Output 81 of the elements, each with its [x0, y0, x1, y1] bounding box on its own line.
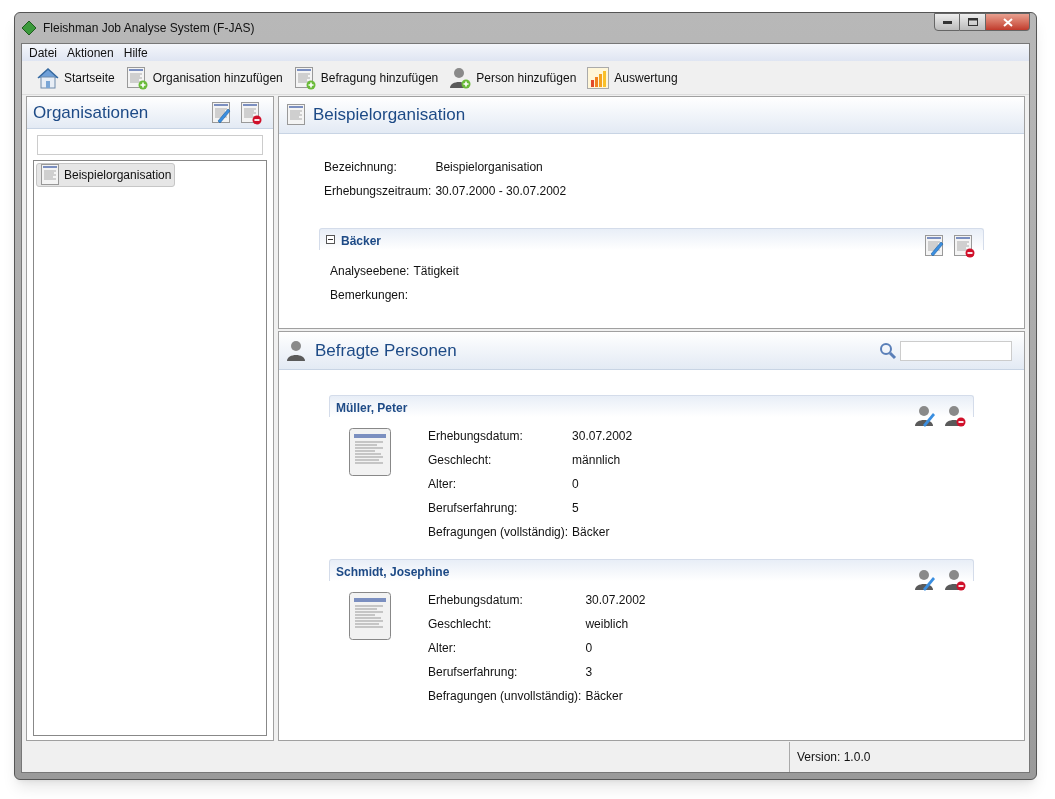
field-label: Befragungen (vollständig): [428, 524, 569, 541]
document-add-icon [124, 65, 149, 90]
panel-title: Beispielorganisation [313, 104, 466, 127]
menu-item[interactable]: Datei [24, 43, 62, 62]
field-value: 5 [572, 500, 580, 517]
field-label: Berufserfahrung: [428, 500, 519, 517]
edit-person-button[interactable] [913, 404, 937, 428]
field-value: 30.07.2000 - 30.07.2002 [435, 183, 567, 200]
bar-chart-icon [586, 65, 611, 90]
field-label: Erhebungsdatum: [428, 428, 524, 445]
toolbar-button[interactable]: Befragung hinzufügen [292, 65, 439, 90]
app-logo-icon [21, 20, 37, 36]
field-value: 0 [572, 476, 580, 493]
person-edit-icon [913, 404, 937, 428]
edit-button[interactable] [209, 100, 233, 125]
field-value: 30.07.2002 [572, 428, 633, 445]
field-label: Analyseebene: [330, 263, 410, 280]
remove-person-button[interactable] [943, 404, 967, 428]
field-label: Bezeichnung: [324, 159, 398, 176]
field-label: Bemerkungen: [330, 287, 410, 304]
minimize-button[interactable] [934, 13, 960, 31]
document-remove-icon [952, 234, 976, 258]
person-remove-icon [943, 404, 967, 428]
toolbar-button[interactable]: Auswertung [586, 65, 678, 90]
document-icon [348, 591, 392, 641]
edit-button[interactable] [922, 234, 946, 258]
field-label: Geschlecht: [428, 616, 493, 633]
field-value: Bäcker [585, 688, 624, 705]
field-value: männlich [572, 452, 622, 469]
search-field[interactable] [37, 135, 263, 155]
person-edit-icon [913, 568, 937, 592]
person-name: Müller, Peter [336, 400, 408, 417]
tree-item[interactable]: Beispielorganisation [36, 163, 176, 187]
search-icon [879, 341, 897, 360]
delete-button[interactable] [239, 100, 263, 125]
document-icon [39, 163, 61, 187]
document-icon [285, 103, 307, 127]
field-value: 3 [585, 664, 594, 681]
document-add-icon [292, 65, 317, 90]
document-edit-icon [210, 100, 232, 125]
edit-person-button[interactable] [913, 568, 937, 592]
toolbar-button[interactable]: Person hinzufügen [448, 65, 577, 90]
panel-title: Befragte Personen [315, 339, 457, 362]
field-label: Erhebungszeitraum: [324, 183, 432, 200]
field-value: Beispielorganisation [435, 159, 544, 176]
toolbar-button[interactable]: Organisation hinzufügen [124, 65, 283, 90]
maximize-icon [967, 18, 978, 26]
field-value: 0 [585, 640, 594, 657]
field-label: Berufserfahrung: [428, 664, 519, 681]
remove-person-button[interactable] [943, 568, 967, 592]
section-title: Bäcker [341, 233, 382, 250]
minus-icon [328, 239, 333, 240]
delete-button[interactable] [952, 234, 976, 258]
document-remove-icon [239, 100, 263, 125]
minimize-icon [942, 20, 952, 24]
menu-item[interactable]: Hilfe [118, 43, 153, 62]
close-icon [1002, 17, 1013, 27]
field-value: Bäcker [572, 524, 611, 541]
window-title: Fleishman Job Analyse System (F-JAS) [43, 20, 255, 37]
field-label: Befragungen (unvollständig): [428, 688, 582, 705]
house-icon [36, 65, 60, 90]
person-name: Schmidt, Josephine [336, 564, 450, 581]
field-value: 30.07.2002 [585, 592, 646, 609]
field-label: Alter: [428, 476, 457, 493]
person-add-icon [448, 65, 473, 90]
field-value: Tätigkeit [413, 263, 459, 280]
version-label: Version: 1.0.0 [797, 749, 871, 766]
field-value: weiblich [585, 616, 630, 633]
document-icon [348, 427, 392, 477]
maximize-button[interactable] [960, 13, 986, 31]
panel-title: Organisationen [33, 101, 149, 124]
person-remove-icon [943, 568, 967, 592]
document-edit-icon [923, 234, 945, 258]
field-label: Geschlecht: [428, 452, 493, 469]
search-field[interactable] [900, 340, 1012, 361]
field-label: Erhebungsdatum: [428, 592, 524, 609]
close-button[interactable] [986, 13, 1030, 31]
menu-item[interactable]: Aktionen [62, 43, 119, 62]
field-label: Alter: [428, 640, 457, 657]
toolbar-button[interactable]: Startseite [36, 65, 115, 90]
collapse-toggle[interactable] [326, 235, 335, 244]
